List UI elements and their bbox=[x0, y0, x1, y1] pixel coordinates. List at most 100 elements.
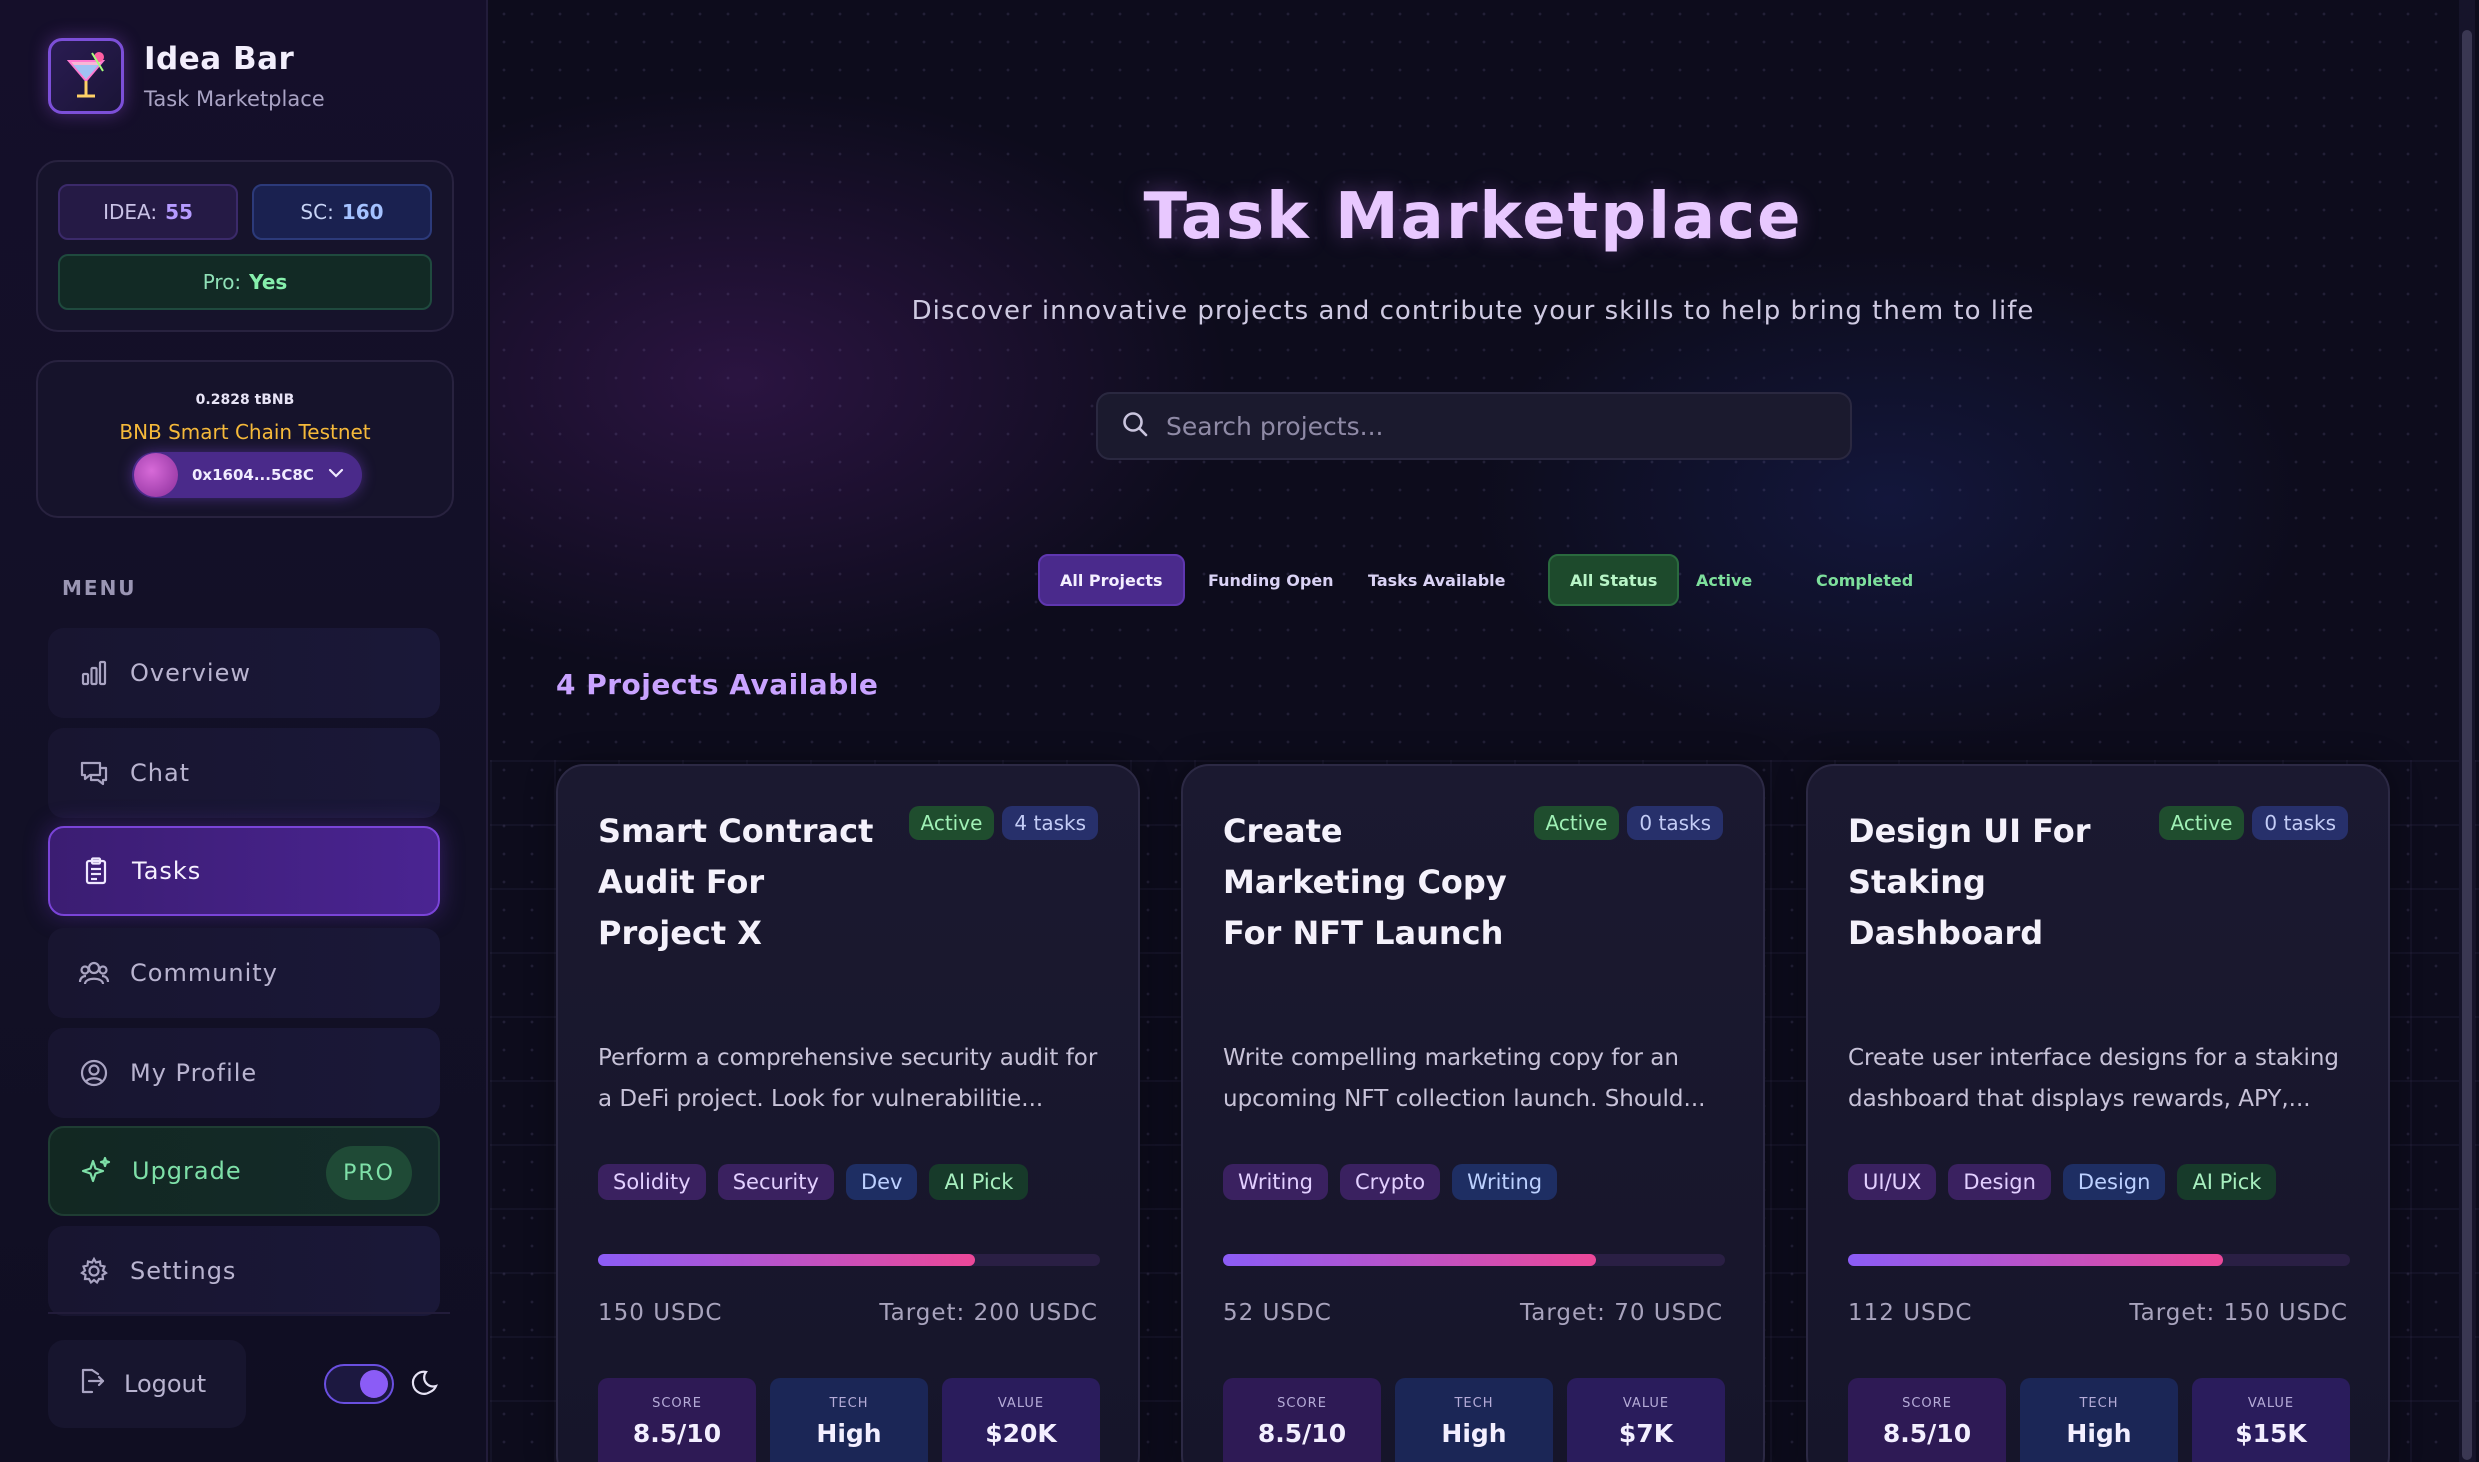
bar-chart-icon bbox=[76, 655, 112, 691]
project-tags: UI/UX Design Design AI Pick bbox=[1848, 1164, 2288, 1200]
filter-status-active[interactable]: Active bbox=[1676, 554, 1772, 606]
scrollbar-thumb[interactable] bbox=[2462, 30, 2472, 1460]
search-icon bbox=[1120, 409, 1150, 443]
wallet-card: 0.2828 tBNB BNB Smart Chain Testnet 0x16… bbox=[36, 360, 454, 518]
ai-pick-tag: AI Pick bbox=[929, 1164, 1029, 1200]
idea-balance: IDEA: 55 bbox=[58, 184, 238, 240]
sidebar-item-my-profile[interactable]: My Profile bbox=[48, 1028, 440, 1118]
brand-title: Idea Bar bbox=[144, 41, 295, 77]
moon-icon bbox=[408, 1368, 440, 1404]
idea-balance-label: IDEA: bbox=[103, 200, 158, 224]
filter-funding-open[interactable]: Funding Open bbox=[1188, 554, 1354, 606]
chat-icon bbox=[76, 755, 112, 791]
target-amount: Target: 150 USDC bbox=[2129, 1300, 2348, 1326]
filter-all-status[interactable]: All Status bbox=[1548, 554, 1680, 606]
pro-status-value: Yes bbox=[249, 270, 288, 294]
balance-card: IDEA: 55 SC: 160 Pro: Yes bbox=[36, 160, 454, 332]
score-stat: SCORE 8.5/10 bbox=[1848, 1378, 2006, 1462]
wallet-address: 0x1604...5C8C bbox=[192, 466, 314, 484]
funding-progress-fill bbox=[1848, 1254, 2223, 1266]
idea-balance-value: 55 bbox=[165, 200, 193, 224]
cocktail-logo-icon bbox=[48, 38, 124, 114]
search-input[interactable] bbox=[1166, 411, 1826, 441]
sidebar-item-community[interactable]: Community bbox=[48, 928, 440, 1018]
sc-balance-value: 160 bbox=[341, 200, 384, 224]
project-title[interactable]: Create Marketing Copy For NFT Launch bbox=[1223, 806, 1523, 959]
target-amount: Target: 70 USDC bbox=[1520, 1300, 1723, 1326]
ai-pick-tag: AI Pick bbox=[2177, 1164, 2277, 1200]
target-amount: Target: 200 USDC bbox=[879, 1300, 1098, 1326]
filter-tasks-available[interactable]: Tasks Available bbox=[1348, 554, 1526, 606]
stat-value: $20K bbox=[985, 1419, 1057, 1448]
stat-label: VALUE bbox=[1622, 1396, 1670, 1411]
theme-toggle[interactable] bbox=[324, 1364, 394, 1404]
main-content: Task Marketplace Discover innovative pro… bbox=[490, 0, 2479, 1462]
wallet-avatar bbox=[134, 453, 178, 497]
stat-label: VALUE bbox=[997, 1396, 1045, 1411]
sidebar-item-chat[interactable]: Chat bbox=[48, 728, 440, 818]
page-subtitle: Discover innovative projects and contrib… bbox=[911, 296, 2035, 326]
wallet-chain: BNB Smart Chain Testnet bbox=[119, 420, 371, 444]
stat-value: 8.5/10 bbox=[632, 1419, 722, 1448]
raised-amount: 112 USDC bbox=[1848, 1300, 1973, 1326]
pro-status: Pro: Yes bbox=[58, 254, 432, 310]
projects-count: 4 Projects Available bbox=[556, 668, 879, 701]
stat-label: SCORE bbox=[1277, 1396, 1327, 1411]
sidebar-item-label: Chat bbox=[130, 759, 191, 787]
sidebar-item-tasks[interactable]: Tasks bbox=[48, 826, 440, 916]
stat-label: TECH bbox=[2079, 1396, 2119, 1411]
sparkles-icon bbox=[78, 1153, 114, 1189]
project-badges: Active 4 tasks bbox=[901, 806, 1098, 840]
tag: Dev bbox=[845, 1164, 918, 1200]
gear-icon bbox=[76, 1253, 112, 1289]
sc-balance-label: SC: bbox=[300, 200, 334, 224]
tag: Writing bbox=[1223, 1164, 1328, 1200]
status-badge: Active bbox=[1533, 806, 1620, 840]
tag: Solidity bbox=[598, 1164, 706, 1200]
tasks-badge: 0 tasks bbox=[1627, 806, 1723, 840]
user-circle-icon bbox=[76, 1055, 112, 1091]
project-card[interactable]: Create Marketing Copy For NFT Launch Act… bbox=[1181, 764, 1765, 1462]
project-tags: Writing Crypto Writing bbox=[1223, 1164, 1569, 1200]
value-stat: VALUE $7K bbox=[1567, 1378, 1725, 1462]
project-title[interactable]: Smart Contract Audit For Project X bbox=[598, 806, 898, 959]
clipboard-icon bbox=[78, 853, 114, 889]
project-title[interactable]: Design UI For Staking Dashboard bbox=[1848, 806, 2148, 959]
sidebar-item-label: Community bbox=[130, 959, 278, 987]
sidebar-item-label: My Profile bbox=[130, 1059, 258, 1087]
project-badges: Active 0 tasks bbox=[1526, 806, 1723, 840]
search-bar[interactable] bbox=[1096, 392, 1852, 460]
sidebar-item-settings[interactable]: Settings bbox=[48, 1226, 440, 1316]
filter-all-projects[interactable]: All Projects bbox=[1038, 554, 1185, 606]
sidebar-item-label: Settings bbox=[130, 1257, 237, 1285]
stat-label: VALUE bbox=[2247, 1396, 2295, 1411]
logout-icon bbox=[76, 1366, 106, 1402]
wallet-account-button[interactable]: 0x1604...5C8C bbox=[132, 452, 362, 498]
logout-button[interactable]: Logout bbox=[48, 1340, 246, 1428]
stat-label: SCORE bbox=[1902, 1396, 1952, 1411]
tag: Design bbox=[1948, 1164, 2051, 1200]
tech-stat: TECH High bbox=[1395, 1378, 1553, 1462]
value-stat: VALUE $15K bbox=[2192, 1378, 2350, 1462]
brand[interactable]: Idea Bar Task Marketplace bbox=[48, 38, 325, 114]
stat-value: 8.5/10 bbox=[1882, 1419, 1972, 1448]
project-card[interactable]: Smart Contract Audit For Project X Activ… bbox=[556, 764, 1140, 1462]
sidebar-item-overview[interactable]: Overview bbox=[48, 628, 440, 718]
stat-label: TECH bbox=[829, 1396, 869, 1411]
tech-stat: TECH High bbox=[2020, 1378, 2178, 1462]
stat-value: High bbox=[816, 1419, 882, 1448]
stat-value: High bbox=[1441, 1419, 1507, 1448]
score-stat: SCORE 8.5/10 bbox=[1223, 1378, 1381, 1462]
project-card[interactable]: Design UI For Staking Dashboard Active 0… bbox=[1806, 764, 2390, 1462]
pro-badge: PRO bbox=[326, 1146, 412, 1200]
stat-value: $7K bbox=[1618, 1419, 1674, 1448]
sidebar-item-upgrade[interactable]: Upgrade PRO bbox=[48, 1126, 440, 1216]
filter-status-completed[interactable]: Completed bbox=[1796, 554, 1933, 606]
menu-heading: MENU bbox=[62, 576, 137, 600]
tasks-badge: 0 tasks bbox=[2252, 806, 2348, 840]
funding-progress-bar bbox=[598, 1254, 1100, 1266]
project-description: Perform a comprehensive security audit f… bbox=[598, 1045, 1098, 1112]
scrollbar[interactable] bbox=[2459, 0, 2475, 1462]
sidebar-divider bbox=[48, 1312, 450, 1314]
funding-progress-bar bbox=[1223, 1254, 1725, 1266]
